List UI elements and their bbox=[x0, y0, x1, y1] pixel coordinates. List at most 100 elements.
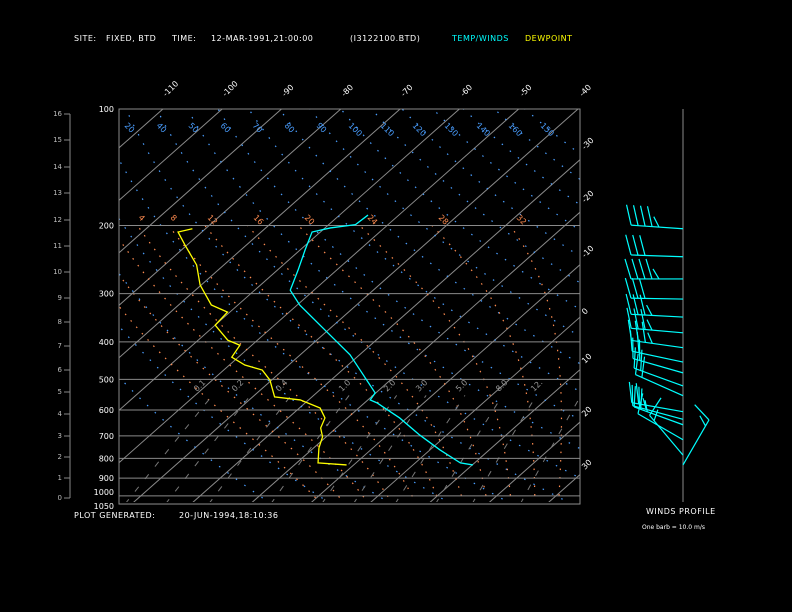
dry-adiabat-label: 40 bbox=[155, 121, 169, 135]
moist-adiabat-label: 12 bbox=[206, 213, 220, 227]
isotherm-label: -100 bbox=[221, 79, 240, 98]
height-label: 5 bbox=[58, 388, 62, 396]
wind-barb-tick bbox=[652, 268, 660, 280]
wind-barb-tick bbox=[632, 205, 639, 226]
dry-adiabat-label: 50 bbox=[187, 121, 201, 135]
time-label: TIME: bbox=[171, 34, 196, 43]
winds-profile-title: WINDS PROFILE bbox=[646, 507, 716, 516]
height-label: 8 bbox=[58, 318, 62, 326]
isotherm-label: -50 bbox=[518, 83, 534, 99]
dry-adiabat-line bbox=[119, 272, 390, 502]
wind-barb-tick bbox=[636, 331, 640, 353]
wind-barb-tick bbox=[646, 319, 653, 331]
wind-barb bbox=[625, 234, 684, 258]
isotherm-label: -60 bbox=[459, 83, 475, 99]
isotherm-line bbox=[119, 109, 282, 254]
dewpoint-line bbox=[177, 228, 347, 466]
isotherm-line bbox=[665, 109, 792, 504]
wind-barb-tick bbox=[632, 234, 639, 256]
mixing-ratio-label: 5.0 bbox=[454, 378, 469, 393]
mixing-ratio-label: 3.0 bbox=[414, 378, 429, 393]
wind-staff bbox=[649, 414, 684, 456]
isotherm-label: -30 bbox=[580, 136, 596, 152]
wind-barb-tick bbox=[629, 330, 633, 352]
pressure-label-300: 300 bbox=[99, 290, 114, 299]
moist-adiabat-line bbox=[136, 225, 393, 502]
wind-staff bbox=[631, 254, 684, 258]
dry-adiabat-line bbox=[463, 109, 580, 206]
isotherm-label: -110 bbox=[161, 79, 180, 98]
wind-barb-tick bbox=[631, 258, 639, 280]
isotherm-label: -40 bbox=[578, 83, 594, 99]
isotherm-line bbox=[606, 109, 792, 504]
height-label: 7 bbox=[58, 342, 62, 350]
height-label: 10 bbox=[53, 268, 62, 276]
height-label: 13 bbox=[53, 189, 62, 197]
dry-adiabat-line bbox=[401, 109, 580, 258]
wind-barb-tick bbox=[625, 234, 632, 256]
pressure-label-900: 900 bbox=[99, 474, 114, 483]
dry-adiabat-label: 120 bbox=[411, 121, 428, 138]
header: SITE: FIXED, BTD TIME: 12-MAR-1991,21:00… bbox=[74, 34, 572, 43]
wind-barb-tick bbox=[641, 356, 646, 378]
moist-adiabat-label: 8 bbox=[169, 213, 179, 223]
dry-adiabat-label: 110 bbox=[379, 121, 396, 138]
moist-adiabat-label: 4 bbox=[137, 213, 147, 223]
time-value: 12-MAR-1991,21:00:00 bbox=[211, 34, 313, 43]
dry-adiabat-label: 90 bbox=[315, 121, 329, 135]
wind-barb-tick bbox=[624, 258, 632, 280]
height-label: 12 bbox=[53, 216, 62, 224]
wind-barb bbox=[626, 307, 684, 334]
moist-adiabat-label: 32 bbox=[515, 213, 529, 227]
moist-adiabat-line bbox=[168, 225, 416, 502]
height-label: 2 bbox=[58, 453, 62, 461]
legend-temp-winds: TEMP/WINDS bbox=[451, 34, 509, 43]
wind-barb-tick bbox=[633, 347, 636, 369]
isotherm-label: -80 bbox=[340, 83, 356, 99]
wind-barb-tick bbox=[653, 216, 660, 228]
wind-staff bbox=[630, 297, 684, 300]
moist-adiabat-line bbox=[119, 273, 345, 502]
mixing-ratio-label: 12. bbox=[529, 378, 544, 393]
pressure-label-1000: 1000 bbox=[94, 488, 114, 497]
isotherm-line bbox=[192, 159, 580, 502]
wind-staff bbox=[631, 327, 684, 334]
mixing-ratio-label: 1.0 bbox=[337, 378, 352, 393]
dry-adiabat-label: 160 bbox=[507, 121, 524, 138]
dry-adiabat-line bbox=[125, 109, 570, 502]
dry-adiabat-label: 20 bbox=[123, 121, 137, 135]
wind-barb-tick bbox=[699, 415, 707, 427]
height-label: 0 bbox=[58, 494, 62, 502]
height-label: 6 bbox=[58, 366, 63, 374]
wind-barb-tick bbox=[639, 205, 646, 227]
moist-adiabat-label: 16 bbox=[252, 213, 266, 227]
isotherm-label: -70 bbox=[399, 83, 415, 99]
height-label: 15 bbox=[53, 136, 62, 144]
site-label: SITE: bbox=[74, 34, 97, 43]
wind-barb-tick bbox=[639, 235, 646, 256]
axis-labels: 1002003004005006007008009001000105001234… bbox=[53, 79, 596, 511]
pressure-label-500: 500 bbox=[99, 375, 114, 384]
dry-adiabat-label: 130 bbox=[443, 121, 460, 138]
mixing-ratio-label: 0.4 bbox=[274, 378, 289, 393]
dry-adiabat-label: 60 bbox=[219, 121, 233, 135]
wind-staff bbox=[631, 313, 684, 318]
height-label: 16 bbox=[53, 110, 62, 118]
dry-adiabat-line bbox=[119, 376, 270, 502]
isotherm-line bbox=[0, 109, 44, 504]
wind-barb bbox=[624, 258, 683, 280]
isotherm-label: -90 bbox=[280, 83, 296, 99]
mixing-ratio-line bbox=[125, 395, 213, 502]
dry-adiabat-line bbox=[156, 109, 580, 479]
pressure-label-200: 200 bbox=[99, 221, 114, 230]
dry-adiabat-label: 150 bbox=[539, 121, 556, 138]
moist-adiabat-line bbox=[431, 225, 536, 502]
wind-barb-tick bbox=[638, 258, 646, 280]
dry-adiabat-line bbox=[524, 109, 580, 155]
dry-adiabat-line bbox=[340, 109, 580, 311]
plot-generated-label: PLOT GENERATED: bbox=[74, 511, 155, 520]
isotherm-line bbox=[119, 109, 460, 411]
pressure-label-400: 400 bbox=[99, 338, 114, 347]
wind-barb-tick bbox=[646, 304, 653, 316]
height-label: 3 bbox=[58, 432, 62, 440]
